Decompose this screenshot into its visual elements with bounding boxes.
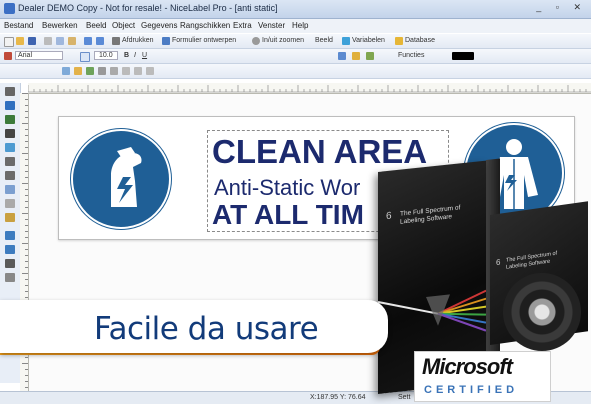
badge-brand: Microsoft [422,354,513,379]
status-coordinates: X:187.95 Y: 76.64 [310,394,366,401]
line-tool-icon[interactable] [5,171,15,180]
redo-icon[interactable] [96,37,104,45]
label-line-at-all-times[interactable]: AT ALL TIM [212,199,364,231]
microsoft-certified-badge: Microsoft CERTIFIED [414,351,551,402]
pointer-tool-icon[interactable] [5,87,15,96]
menu-venster[interactable]: Venster [258,21,285,30]
variables-button[interactable]: Variabelen [352,37,385,44]
window-titlebar: Dealer DEMO Copy - Not for resale! - Nic… [0,0,591,19]
paragraph-tool-icon[interactable] [5,115,15,124]
paste-icon[interactable] [68,37,76,45]
font-icon [4,52,12,60]
promo-banner: Facile da usare [0,300,388,353]
window-controls[interactable]: _ ▫ ✕ [536,2,587,13]
new-icon[interactable] [4,37,14,47]
data-tool-icon-1[interactable] [5,231,15,240]
menu-rangschikken[interactable]: Rangschikken [180,21,230,30]
menu-gegevens[interactable]: Gegevens [141,21,177,30]
database-button[interactable]: Database [405,37,435,44]
horizontal-ruler [28,83,591,94]
disc-version-number: 6 [496,257,501,268]
bold-icon[interactable]: B [124,52,129,59]
undo-icon[interactable] [84,37,92,45]
font-select[interactable]: Arial [15,51,64,60]
menu-bar: Bestand Bewerken Beeld Object Gegevens R… [0,19,591,33]
badge-certification: CERTIFIED [424,384,519,396]
font-size-input[interactable]: 10.0 [94,51,118,60]
align-icon[interactable] [338,52,346,60]
database-icon[interactable] [395,37,403,45]
ellipse-tool-icon[interactable] [5,185,15,194]
color-icon[interactable] [352,52,360,60]
menu-help[interactable]: Help [292,21,308,30]
zoom-button[interactable]: In/uit zoomen [262,37,304,44]
label-line-anti-static[interactable]: Anti-Static Wor [214,175,360,201]
antistatic-glove-icon[interactable] [71,129,171,229]
rectangle-tool-icon[interactable] [5,157,15,166]
image-icon[interactable] [366,52,374,60]
rtf-tool-icon[interactable] [5,213,15,222]
zoom-icon[interactable] [252,37,260,45]
print-button[interactable]: Afdrukken [122,37,154,44]
text-tool-icon[interactable] [5,101,15,110]
label-line-clean-area[interactable]: CLEAN AREA [212,133,427,171]
banner-text: Facile da usare [94,311,319,347]
underline-icon[interactable]: U [142,52,147,59]
menu-bewerken[interactable]: Bewerken [42,21,78,30]
object-icon-7[interactable] [134,67,142,75]
color-swatch[interactable] [452,52,474,60]
menu-object[interactable]: Object [112,21,135,30]
barcode-tool-icon[interactable] [5,129,15,138]
menu-beeld[interactable]: Beeld [86,21,106,30]
toolbar-objects [0,64,591,79]
inverse-tool-icon[interactable] [5,199,15,208]
object-icon-8[interactable] [146,67,154,75]
data-tool-icon-4[interactable] [5,273,15,282]
toolbar-standard: Afdrukken Formulier ontwerpen In/uit zoo… [0,34,591,49]
object-icon-5[interactable] [110,67,118,75]
data-tool-icon-2[interactable] [5,245,15,254]
software-disc [503,273,581,351]
italic-icon[interactable]: I [134,52,136,59]
cut-icon[interactable] [44,37,52,45]
object-icon-1[interactable] [62,67,70,75]
object-icon-2[interactable] [74,67,82,75]
print-icon[interactable] [112,37,120,45]
form-icon[interactable] [162,37,170,45]
window-title: Dealer DEMO Copy - Not for resale! - Nic… [18,3,278,13]
copy-icon[interactable] [56,37,64,45]
toolbar-formatting: Arial 10.0 B I U Functies [0,49,591,64]
menu-bestand[interactable]: Bestand [4,21,33,30]
app-icon[interactable] [4,3,15,14]
status-suffix: Sett [398,394,411,401]
variables-icon[interactable] [342,37,350,45]
product-version-number: 6 [386,210,392,223]
object-icon-6[interactable] [122,67,130,75]
font-size-spin-icon[interactable] [80,52,90,62]
object-icon-3[interactable] [86,67,94,75]
form-design-button[interactable]: Formulier ontwerpen [172,37,236,44]
view-button[interactable]: Beeld [315,37,333,44]
menu-extra[interactable]: Extra [233,21,252,30]
image-tool-icon[interactable] [5,143,15,152]
functions-button[interactable]: Functies [398,52,424,59]
open-icon[interactable] [16,37,24,45]
data-tool-icon-3[interactable] [5,259,15,268]
save-icon[interactable] [28,37,36,45]
object-icon-4[interactable] [98,67,106,75]
